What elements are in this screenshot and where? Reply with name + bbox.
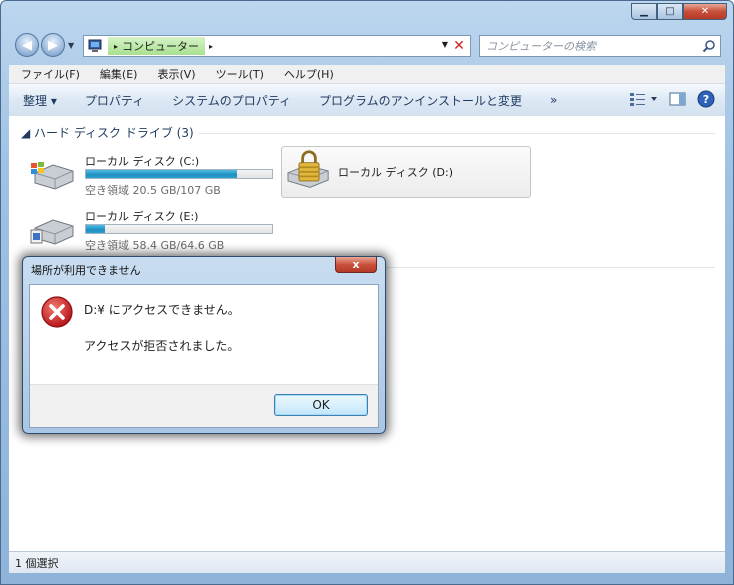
computer-icon <box>88 39 102 52</box>
status-text: 1 個選択 <box>15 556 59 570</box>
breadcrumb-arrow[interactable]: ▸ <box>209 42 213 51</box>
maximize-button[interactable]: □ <box>657 3 683 20</box>
search-placeholder: コンピューターの検索 <box>486 40 596 53</box>
drive-e-usage-bar <box>85 224 273 234</box>
drive-c-name: ローカル ディスク (C:) <box>85 155 200 168</box>
drive-c-usage-fill <box>86 170 237 178</box>
menu-file[interactable]: ファイル(F) <box>9 66 88 82</box>
organize-button[interactable]: 整理 ▾ <box>9 92 71 109</box>
caption-buttons: ▁ □ ✕ <box>631 3 727 20</box>
menu-edit[interactable]: 編集(E) <box>88 66 146 82</box>
group-title: ハード ディスク ドライブ (3) <box>34 126 194 140</box>
arrow-left-icon: ◀ <box>22 37 32 53</box>
dialog-close-button[interactable]: x <box>335 257 377 273</box>
drive-e-usage-fill <box>86 225 105 233</box>
windows-drive-icon <box>31 162 74 190</box>
view-controls: ? <box>629 90 715 108</box>
menu-tools[interactable]: ツール(T) <box>204 66 272 82</box>
drive-d[interactable]: ローカル ディスク (D:) <box>281 146 531 198</box>
svg-text:?: ? <box>703 93 709 106</box>
dialog-body: D:¥ にアクセスできません。 アクセスが拒否されました。 OK <box>29 284 379 428</box>
drive-c-free-space: 空き領域 20.5 GB/107 GB <box>85 184 221 197</box>
status-bar: 1 個選択 <box>9 551 725 573</box>
menu-bar: ファイル(F) 編集(E) 表示(V) ツール(T) ヘルプ(H) <box>9 65 725 84</box>
system-properties-button[interactable]: システムのプロパティ <box>158 92 305 109</box>
drive-c-usage-bar <box>85 169 273 179</box>
drive-c[interactable]: ローカル ディスク (C:) 空き領域 20.5 GB/107 GB <box>29 151 279 197</box>
dialog-footer: OK <box>30 384 378 427</box>
menu-help[interactable]: ヘルプ(H) <box>272 66 342 82</box>
dialog-detail: アクセスが拒否されました。 <box>84 339 240 353</box>
more-commands-button[interactable]: » <box>536 93 571 107</box>
properties-button[interactable]: プロパティ <box>71 92 158 109</box>
dialog-message: D:¥ にアクセスできません。 <box>84 303 240 317</box>
search-icon[interactable] <box>702 39 716 53</box>
arrow-right-icon: ▶ <box>48 37 58 53</box>
forward-button[interactable]: ▶ <box>41 33 65 57</box>
search-input[interactable]: コンピューターの検索 <box>479 35 721 57</box>
breadcrumb[interactable]: ▸ コンピューター <box>108 37 206 55</box>
uninstall-button[interactable]: プログラムのアンインストールと変更 <box>305 92 536 109</box>
breadcrumb-root-arrow[interactable]: ▸ <box>114 42 118 51</box>
error-icon <box>41 296 73 328</box>
recent-pages-dropdown[interactable]: ▼ <box>68 41 74 50</box>
preview-pane-icon[interactable] <box>669 91 687 107</box>
refresh-close-icon[interactable]: ✕ <box>450 37 468 55</box>
group-divider <box>199 133 715 134</box>
back-button[interactable]: ◀ <box>15 33 39 57</box>
address-dropdown-icon[interactable]: ▼ <box>442 40 448 49</box>
minimize-button[interactable]: ▁ <box>631 3 657 20</box>
collapse-triangle-icon[interactable]: ◢ <box>21 126 34 140</box>
breadcrumb-computer[interactable]: コンピューター <box>122 38 199 54</box>
locked-drive-icon <box>287 150 329 188</box>
drive-e-free-space: 空き領域 58.4 GB/64.6 GB <box>85 239 225 252</box>
view-options-icon[interactable] <box>629 91 659 107</box>
drive-e[interactable]: ローカル ディスク (E:) 空き領域 58.4 GB/64.6 GB <box>29 206 279 252</box>
dialog-title: 場所が利用できません <box>31 264 141 277</box>
navigation-row: ◀ ▶ ▼ ▸ コンピューター ▸ ▼ ✕ コンピューターの検索 <box>13 33 723 59</box>
drive-e-name: ローカル ディスク (E:) <box>85 210 199 223</box>
address-bar[interactable]: ▸ コンピューター ▸ ▼ ✕ <box>83 35 471 57</box>
drive-d-name: ローカル ディスク (D:) <box>338 166 453 179</box>
group-header[interactable]: ◢ ハード ディスク ドライブ (3) <box>21 124 194 141</box>
menu-view[interactable]: 表示(V) <box>145 66 203 82</box>
close-button[interactable]: ✕ <box>683 3 727 20</box>
drive-icon <box>30 219 74 245</box>
command-bar: 整理 ▾ プロパティ システムのプロパティ プログラムのアンインストールと変更 … <box>9 84 725 117</box>
help-icon[interactable]: ? <box>697 90 715 108</box>
error-dialog: 場所が利用できません x D:¥ にアクセスできません。 アクセスが拒否されまし… <box>22 256 386 434</box>
ok-button[interactable]: OK <box>274 394 368 416</box>
